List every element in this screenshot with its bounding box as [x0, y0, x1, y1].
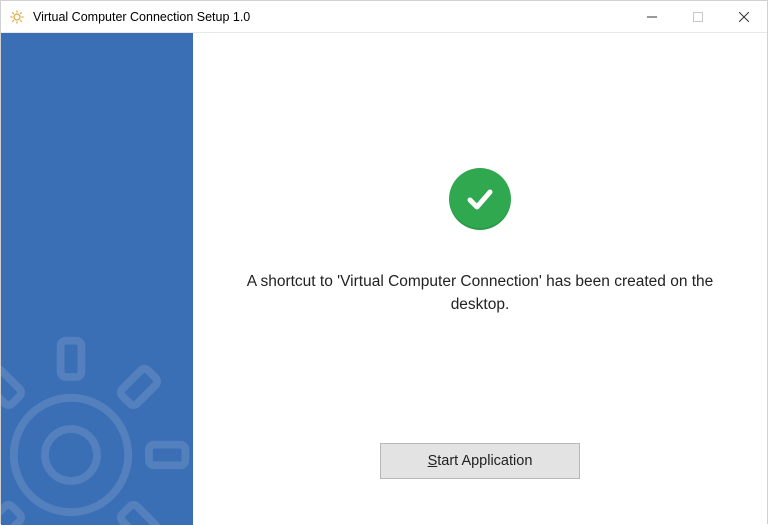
main-panel: A shortcut to 'Virtual Computer Connecti…: [193, 33, 767, 525]
app-gear-icon: [9, 9, 25, 25]
content-area: A shortcut to 'Virtual Computer Connecti…: [1, 33, 767, 525]
start-application-button[interactable]: Start Application: [380, 443, 580, 479]
success-check-icon: [449, 168, 511, 230]
maximize-button: [675, 1, 721, 33]
close-button[interactable]: [721, 1, 767, 33]
start-button-text: tart Application: [437, 453, 532, 469]
window-title: Virtual Computer Connection Setup 1.0: [33, 10, 629, 24]
window-controls: [629, 1, 767, 32]
sidebar: [1, 33, 193, 525]
sidebar-gear-icon: [1, 325, 193, 525]
status-message: A shortcut to 'Virtual Computer Connecti…: [240, 270, 720, 317]
titlebar: Virtual Computer Connection Setup 1.0: [1, 1, 767, 33]
start-button-mnemonic: S: [428, 453, 438, 469]
minimize-button[interactable]: [629, 1, 675, 33]
